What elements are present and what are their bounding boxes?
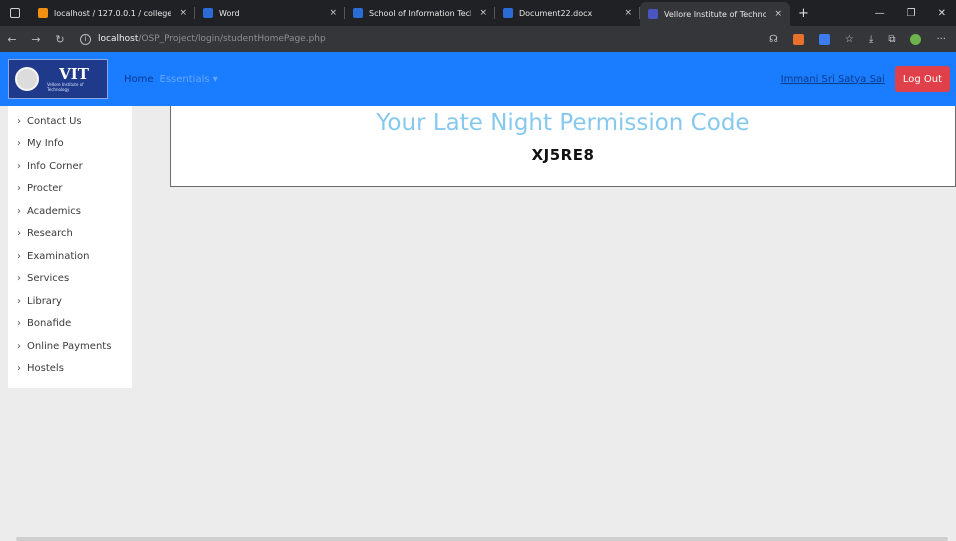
vit-logo[interactable]: VIT Vellore Institute of Technology <box>8 59 108 99</box>
tab-close-icon[interactable]: × <box>321 8 337 18</box>
tab-title: Word <box>219 8 240 18</box>
sidebar-item[interactable]: › Info Corner <box>8 155 132 178</box>
downloads-icon[interactable]: ⤓ <box>869 34 873 45</box>
sidebar-item[interactable]: › Library <box>8 290 132 313</box>
sidebar-item-label: Academics <box>27 205 82 217</box>
chevron-right-icon: › <box>17 138 21 150</box>
tab-title: School of Information Technolog <box>369 8 471 18</box>
logo-subtext: Vellore Institute of Technology <box>47 82 84 92</box>
chevron-right-icon: › <box>17 295 21 307</box>
extension-icon[interactable] <box>818 33 830 45</box>
tab-favicon-icon <box>38 8 48 18</box>
browser-tab-bar: localhost / 127.0.0.1 / college_di × Word ×… <box>0 0 956 26</box>
forward-icon[interactable]: → <box>24 33 48 46</box>
tab-title: Vellore Institute of Technology(V <box>664 9 767 19</box>
chevron-right-icon: › <box>17 183 21 195</box>
top-nav: Home Essentials ▾ <box>124 74 218 85</box>
tab-title: localhost / 127.0.0.1 / college_di <box>54 8 172 18</box>
tab-close-icon[interactable]: × <box>616 8 632 18</box>
sidebar-item-label: Services <box>27 273 70 285</box>
tab-favicon-icon <box>503 8 513 18</box>
tab-title: Document22.docx <box>519 8 593 18</box>
address-bar: ← → ↻ i localhost /OSP_Project/login/stu… <box>0 26 956 52</box>
sidebar-item-label: Procter <box>27 183 63 195</box>
sidebar-item-label: My Info <box>27 138 64 150</box>
sidebar-item-label: Hostels <box>27 363 64 375</box>
sidebar-item-label: Examination <box>27 250 90 262</box>
sidebar-item-label: Library <box>27 295 62 307</box>
profile-icon[interactable] <box>910 33 922 45</box>
chevron-right-icon: › <box>17 318 21 330</box>
favorites-icon[interactable]: ☆ <box>845 34 854 45</box>
browser-tab[interactable]: localhost / 127.0.0.1 / college_di × <box>30 3 195 23</box>
close-window-icon[interactable]: ✕ <box>938 8 946 19</box>
nav-essentials-dropdown[interactable]: Essentials ▾ <box>160 74 218 85</box>
sidebar-item[interactable]: › Hostels <box>8 358 132 381</box>
chevron-right-icon: › <box>17 363 21 375</box>
url-path: /OSP_Project/login/studentHomePage.php <box>138 34 326 44</box>
maximize-icon[interactable]: ❐ <box>907 8 916 19</box>
url-field[interactable]: i localhost /OSP_Project/login/studentHo… <box>80 33 326 45</box>
tab-actions-icon[interactable] <box>10 8 20 18</box>
chevron-right-icon: › <box>17 160 21 172</box>
page-title: Your Late Night Permission Code <box>376 110 750 136</box>
sidebar-item-label: Info Corner <box>27 160 83 172</box>
reload-icon[interactable]: ↻ <box>48 33 72 46</box>
sidebar-item-label: Bonafide <box>27 318 72 330</box>
url-host: localhost <box>98 34 139 44</box>
sidebar-item-label: Contact Us <box>27 115 82 127</box>
browser-toolbar: ☊ ☆ ⤓ ⧉ ··· <box>769 33 956 45</box>
tab-favicon-icon <box>203 8 213 18</box>
tab-close-icon[interactable]: × <box>766 9 782 19</box>
site-info-icon[interactable]: i <box>80 33 91 45</box>
sidebar-item[interactable]: › Research <box>8 223 132 246</box>
sidebar-item[interactable]: › Services <box>8 268 132 291</box>
read-aloud-icon[interactable]: ☊ <box>769 34 778 45</box>
chevron-right-icon: › <box>17 340 21 352</box>
sidebar-item-label: Online Payments <box>27 340 112 352</box>
browser-tab[interactable]: Document22.docx × <box>495 3 640 23</box>
chevron-right-icon: › <box>17 115 21 127</box>
permission-code-card: Your Late Night Permission Code XJ5RE8 <box>170 106 956 187</box>
sidebar-item[interactable]: › Academics <box>8 200 132 223</box>
more-icon[interactable]: ··· <box>936 34 946 45</box>
chevron-right-icon: › <box>17 205 21 217</box>
user-name-link[interactable]: Immani Sri Satya Sai <box>781 74 885 85</box>
logout-button[interactable]: Log Out <box>894 66 950 92</box>
tab-close-icon[interactable]: × <box>171 8 187 18</box>
logo-text: VIT <box>59 65 89 83</box>
vit-seal-icon <box>15 67 39 91</box>
browser-tab[interactable]: School of Information Technolog× <box>345 3 495 23</box>
window-controls: — ❐ ✕ <box>875 8 956 19</box>
back-icon[interactable]: ← <box>0 33 24 46</box>
chevron-right-icon: › <box>17 228 21 240</box>
minimize-icon[interactable]: — <box>875 8 885 19</box>
nav-home-link[interactable]: Home <box>124 74 154 85</box>
tab-favicon-icon <box>648 9 658 19</box>
sidebar-item[interactable]: › My Info <box>8 133 132 156</box>
collections-icon[interactable]: ⧉ <box>888 34 895 45</box>
sidebar-item[interactable]: › Bonafide <box>8 313 132 336</box>
sidebar-item[interactable]: › Online Payments <box>8 335 132 358</box>
sidebar: › Contact Us › My Info › Info Corner › Procter ›… <box>8 106 132 388</box>
sidebar-item[interactable]: › Examination <box>8 245 132 268</box>
site-header: VIT Vellore Institute of Technology Home… <box>0 52 956 106</box>
browser-tab[interactable]: Vellore Institute of Technology(V× <box>640 2 790 26</box>
horizontal-scrollbar[interactable] <box>16 537 948 541</box>
browser-tab[interactable]: Word × <box>195 3 345 23</box>
new-tab-button[interactable]: + <box>798 6 809 21</box>
sidebar-item-label: Research <box>27 228 73 240</box>
extension-icon[interactable] <box>792 33 804 45</box>
sidebar-item[interactable]: › Contact Us <box>8 110 132 133</box>
sidebar-item[interactable]: › Procter <box>8 178 132 201</box>
chevron-right-icon: › <box>17 273 21 285</box>
permission-code: XJ5RE8 <box>531 146 595 164</box>
tab-favicon-icon <box>353 8 363 18</box>
tab-close-icon[interactable]: × <box>471 8 487 18</box>
chevron-right-icon: › <box>17 250 21 262</box>
